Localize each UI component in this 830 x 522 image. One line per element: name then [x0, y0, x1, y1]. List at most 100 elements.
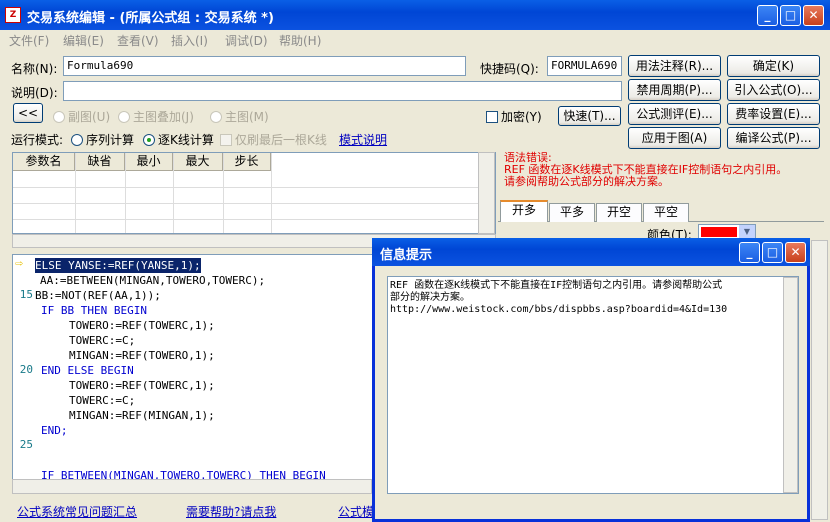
menu-file[interactable]: 文件(F) — [9, 32, 49, 49]
sequence-calc-label: 序列计算 — [86, 133, 135, 147]
tab-close-long[interactable]: 平多 — [549, 203, 595, 222]
code-line: IF BB THEN BEGIN — [41, 304, 147, 317]
grid-line — [173, 153, 174, 233]
dialog-minimize-button[interactable]: _ — [739, 242, 760, 263]
parameter-grid[interactable]: 参数名 缺省 最小 最大 步长 — [12, 152, 496, 234]
sequence-calc-radio[interactable]: 序列计算 — [71, 131, 134, 148]
code-line: BB:=NOT(REF(AA,1)); — [35, 289, 161, 302]
code-line: AA:=BETWEEN(MINGAN,TOWERO,TOWERC); — [40, 274, 266, 287]
editor-hscrollbar[interactable] — [12, 479, 372, 494]
overlay-radio[interactable]: 主图叠加(J) — [118, 108, 194, 125]
dialog-close-button[interactable]: ✕ — [785, 242, 806, 263]
encrypt-checkbox[interactable]: 加密(Y) — [486, 108, 542, 125]
run-mode-label: 运行模式: — [11, 133, 64, 147]
code-line: TOWERO:=REF(TOWERC,1); — [69, 379, 215, 392]
param-header-default: 缺省 — [75, 153, 125, 171]
quick-button[interactable]: 快速(T)... — [558, 106, 621, 126]
grid-line — [13, 187, 495, 188]
ok-button[interactable]: 确定(K) — [727, 55, 820, 77]
param-header-min: 最小 — [125, 153, 173, 171]
disable-period-button[interactable]: 禁用周期(P)... — [628, 79, 721, 101]
code-line: MINGAN:=REF(MINGAN,1); — [69, 409, 215, 422]
code-line: TOWERO:=REF(TOWERC,1); — [69, 319, 215, 332]
title-bar: Z 交易系统编辑 - (所属公式组 : 交易系统 *) _ □ ✕ — [0, 0, 830, 30]
menu-insert[interactable]: 插入(I) — [171, 32, 208, 49]
radio-icon — [53, 111, 65, 123]
collapse-button[interactable]: << — [13, 103, 43, 123]
app-icon: Z — [5, 7, 21, 23]
compile-formula-button[interactable]: 编译公式(P)... — [727, 127, 820, 149]
code-line: MINGAN:=REF(TOWERO,1); — [69, 349, 215, 362]
mode-help-link[interactable]: 模式说明 — [339, 131, 387, 148]
subchart-radio[interactable]: 副图(U) — [53, 108, 110, 125]
checkbox-icon — [220, 134, 232, 146]
grid-line — [223, 153, 224, 233]
formula-link[interactable]: 公式模 — [338, 503, 374, 520]
code-line: END; — [41, 424, 68, 437]
tab-close-short[interactable]: 平空 — [643, 203, 689, 222]
help-link[interactable]: 需要帮助?请点我 — [186, 503, 276, 520]
menu-help[interactable]: 帮助(H) — [279, 32, 321, 49]
line-number: 20 — [19, 363, 33, 376]
param-header-step: 步长 — [223, 153, 271, 171]
kline-calc-label: 逐K线计算 — [158, 133, 214, 147]
encrypt-label: 加密(Y) — [501, 110, 542, 124]
menu-view[interactable]: 查看(V) — [117, 32, 159, 49]
current-line-arrow-icon: ⇨ — [15, 256, 23, 271]
grid-line — [13, 219, 495, 220]
shortcut-input[interactable]: FORMULA690 — [547, 56, 622, 76]
maximize-button[interactable]: □ — [780, 5, 801, 26]
code-line: TOWERC:=C; — [69, 394, 136, 407]
refresh-last-checkbox[interactable]: 仅刷最后一根K线 — [220, 131, 327, 148]
info-dialog: 信息提示 _ □ ✕ REF 函数在逐K线模式下不能直接在IF控制语句之内引用。… — [372, 238, 810, 522]
tab-open-long[interactable]: 开多 — [500, 200, 548, 222]
dialog-url: http://www.weistock.com/bbs/dispbbs.asp?… — [390, 304, 728, 315]
error-scrollbar[interactable] — [478, 152, 495, 234]
right-scrollbar[interactable] — [811, 240, 828, 520]
name-input[interactable]: Formula690 — [63, 56, 466, 76]
menu-edit[interactable]: 编辑(E) — [63, 32, 104, 49]
menu-debug[interactable]: 调试(D) — [225, 32, 268, 49]
dialog-scrollbar[interactable] — [783, 277, 798, 493]
param-header-name: 参数名 — [13, 153, 75, 171]
kline-calc-radio[interactable]: 逐K线计算 — [143, 131, 214, 148]
code-line: ELSE YANSE:=REF(YANSE,1); — [35, 258, 201, 273]
grid-line — [125, 153, 126, 233]
grid-line — [271, 153, 272, 233]
formula-test-button[interactable]: 公式测评(E)... — [628, 103, 721, 125]
syntax-error-message: 语法错误: REF 函数在逐K线模式下不能直接在IF控制语句之内引用。 请参阅帮… — [504, 152, 787, 188]
mainchart-radio[interactable]: 主图(M) — [210, 108, 269, 125]
apply-to-chart-button[interactable]: 应用于图(A) — [628, 127, 721, 149]
grid-line — [75, 153, 76, 233]
dialog-message[interactable]: REF 函数在逐K线模式下不能直接在IF控制语句之内引用。请参阅帮助公式 部分的… — [387, 276, 799, 494]
menu-bar: 文件(F) 编辑(E) 查看(V) 插入(I) 调试(D) 帮助(H) — [0, 30, 830, 50]
checkbox-icon — [486, 111, 498, 123]
dialog-title-bar: 信息提示 _ □ ✕ — [372, 238, 810, 266]
shortcut-label: 快捷码(Q): — [480, 62, 539, 76]
param-header-max: 最大 — [173, 153, 223, 171]
error-line-2: 请参阅帮助公式部分的解决方案。 — [504, 175, 669, 188]
faq-link[interactable]: 公式系统常见问题汇总 — [17, 503, 137, 520]
fee-settings-button[interactable]: 费率设置(E)... — [727, 103, 820, 125]
overlay-label: 主图叠加(J) — [133, 110, 194, 124]
dialog-line-2: 部分的解决方案。 — [390, 292, 470, 303]
chevron-down-icon: ▼ — [739, 225, 755, 239]
radio-icon — [210, 111, 222, 123]
minimize-button[interactable]: _ — [757, 5, 778, 26]
tab-open-short[interactable]: 开空 — [596, 203, 642, 222]
close-button[interactable]: ✕ — [803, 5, 824, 26]
dialog-maximize-button[interactable]: □ — [762, 242, 783, 263]
window-title: 交易系统编辑 - (所属公式组 : 交易系统 *) — [27, 11, 274, 26]
refresh-last-label: 仅刷最后一根K线 — [235, 133, 327, 147]
radio-icon — [143, 134, 155, 146]
import-formula-button[interactable]: 引入公式(O)... — [727, 79, 820, 101]
dialog-line-1: REF 函数在逐K线模式下不能直接在IF控制语句之内引用。请参阅帮助公式 — [390, 280, 723, 291]
name-label: 名称(N): — [11, 62, 58, 76]
subchart-label: 副图(U) — [68, 110, 111, 124]
radio-icon — [71, 134, 83, 146]
desc-input[interactable] — [63, 81, 622, 101]
grid-line — [13, 203, 495, 204]
line-number: 15 — [19, 288, 33, 301]
mainchart-label: 主图(M) — [225, 110, 269, 124]
usage-note-button[interactable]: 用法注释(R)... — [628, 55, 721, 77]
